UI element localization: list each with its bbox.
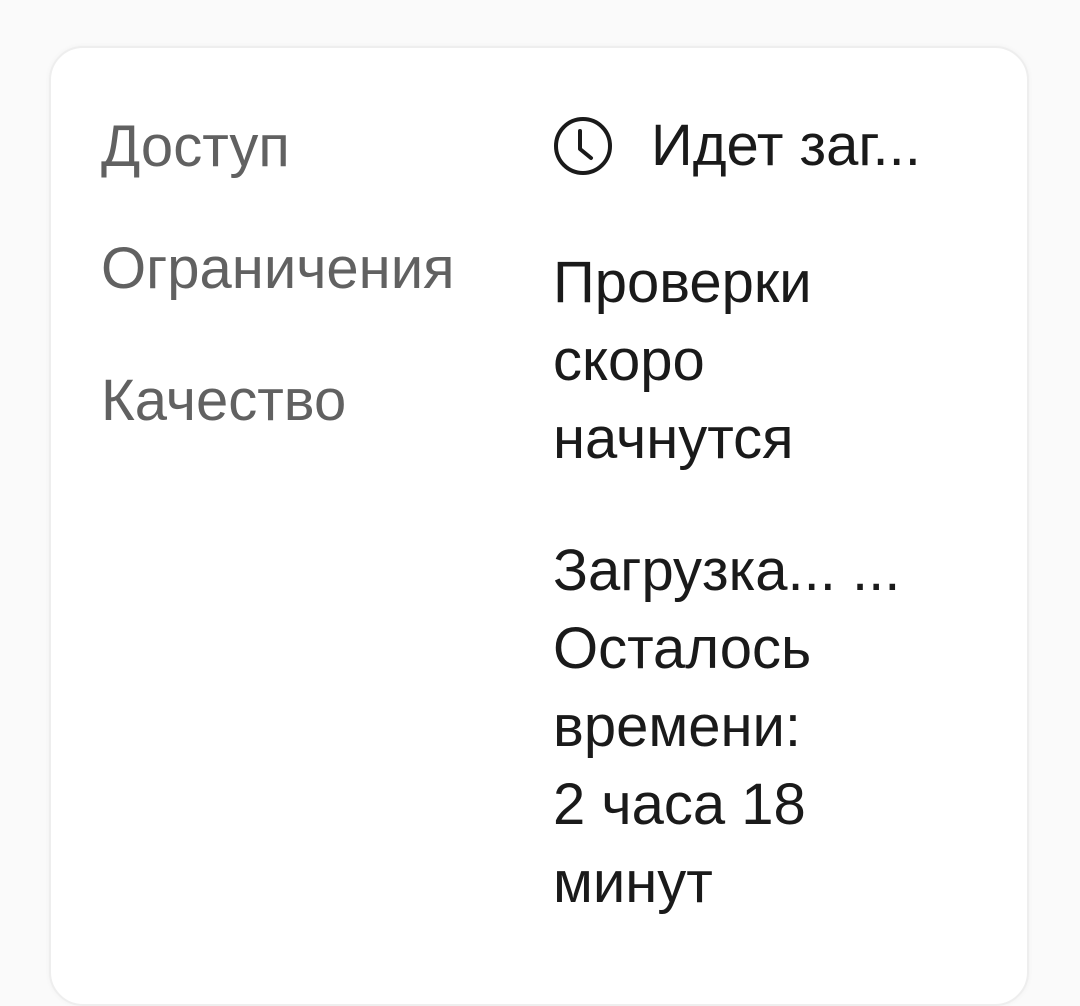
restrictions-line: начнутся — [553, 406, 794, 471]
restrictions-line: скоро — [553, 328, 705, 393]
quality-line: минут — [553, 850, 713, 915]
restrictions-label: Ограничения — [101, 236, 455, 301]
quality-line: 2 часа 18 — [553, 772, 806, 837]
clock-icon — [553, 116, 613, 176]
access-label: Доступ — [101, 114, 290, 179]
restrictions-line: Проверки — [553, 250, 812, 315]
access-value[interactable]: Идет заг... — [553, 114, 921, 178]
quality-line: времени: — [553, 694, 802, 759]
quality-line: Загрузка... ... — [553, 538, 901, 603]
access-status-text: Идет заг... — [651, 113, 921, 178]
quality-value[interactable]: Загрузка... ... Осталось времени: 2 часа… — [553, 532, 900, 922]
quality-label: Качество — [101, 368, 347, 433]
restrictions-value[interactable]: Проверки скоро начнутся — [553, 244, 812, 478]
quality-line: Осталось — [553, 616, 812, 681]
